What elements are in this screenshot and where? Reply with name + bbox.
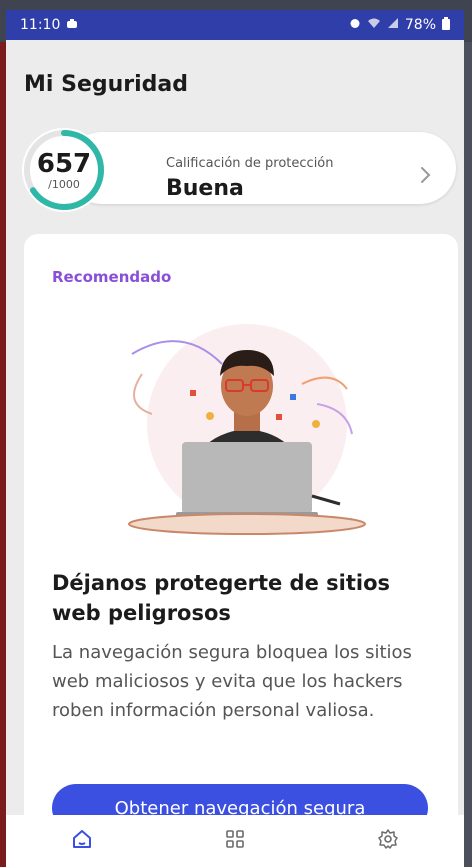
screen-frame-right [464, 42, 472, 867]
score-value: 657 [36, 148, 92, 179]
page-title: Mi Seguridad [24, 72, 189, 97]
score-label: Calificación de protección [166, 156, 334, 171]
recommendation-description: La navegación segura bloquea los sitios … [52, 642, 412, 721]
alarm-icon [349, 17, 361, 33]
protection-score-card[interactable]: Calificación de protección Buena 657 /10… [22, 128, 458, 214]
score-pill[interactable]: Calificación de protección Buena [66, 132, 456, 204]
signal-icon [387, 17, 399, 33]
status-time: 11:10 [20, 17, 61, 33]
recommendation-heading: Déjanos protegerte de sitios web peligro… [52, 571, 390, 625]
notification-icon [66, 18, 78, 33]
chevron-right-icon[interactable] [412, 162, 438, 188]
recommendation-card: Recomendado Déjanos protegerte de sitios… [24, 234, 458, 867]
gear-icon [377, 828, 399, 854]
score-gauge: 657 /1000 [22, 128, 106, 212]
wifi-icon [367, 17, 381, 33]
score-max: /1000 [48, 177, 80, 191]
nav-home[interactable] [62, 821, 102, 861]
home-icon [71, 828, 93, 854]
bottom-navigation [6, 815, 464, 867]
grid-icon [224, 828, 246, 854]
person-laptop-illustration [112, 314, 382, 554]
nav-settings[interactable] [368, 821, 408, 861]
battery-icon [442, 16, 450, 34]
nav-apps[interactable] [215, 821, 255, 861]
status-bar: 11:10 78% [6, 10, 464, 40]
battery-percent: 78% [404, 17, 436, 33]
score-status: Buena [166, 176, 244, 201]
phone-screen: 11:10 78% Mi Seguridad Calificación de p… [6, 10, 464, 867]
recommendation-badge: Recomendado [52, 268, 172, 286]
